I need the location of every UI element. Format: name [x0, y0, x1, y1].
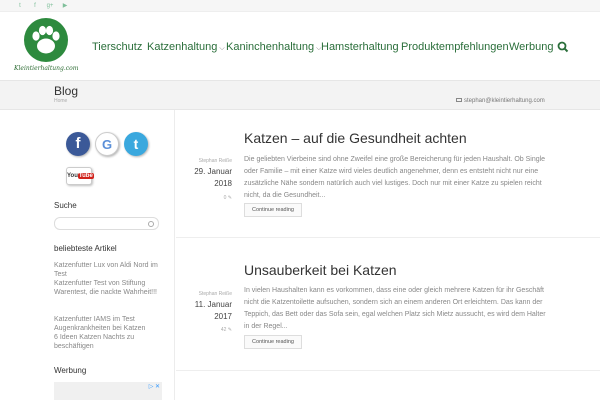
post-date-day: 11. Januar [194, 300, 232, 309]
twitter-icon[interactable]: t [124, 132, 148, 156]
youtube-icon[interactable]: ▶ [61, 2, 69, 10]
nav-item-hamsterhaltung[interactable]: Hamsterhaltung [321, 41, 399, 55]
site-logo[interactable]: Kleintierhaltung.com [14, 16, 78, 78]
breadcrumb[interactable]: Home [54, 98, 67, 104]
comment-count: 0 [223, 195, 227, 201]
google-plus-icon[interactable]: g+ [46, 2, 54, 10]
post-date-year: 2018 [214, 179, 232, 188]
post-author[interactable]: Stephan Reiße [195, 158, 232, 164]
nav-label: Produktempfehlungen [401, 41, 509, 53]
nav-label: Tierschutz [92, 41, 143, 53]
paw-icon [24, 18, 68, 62]
nav-label: Werbung [509, 41, 554, 53]
twitter-icon[interactable]: t [16, 2, 24, 10]
post-divider [176, 370, 600, 371]
post-excerpt: In vielen Haushalten kann es vorkommen, … [244, 287, 546, 330]
nav-label: Katzenhaltung [147, 41, 218, 53]
continue-reading-button[interactable]: Continue reading [244, 335, 302, 349]
search-heading: Suche [54, 201, 77, 210]
sidebar: f G t YouTube Suche beliebteste Artikel … [0, 110, 175, 400]
facebook-icon[interactable]: f [31, 2, 39, 10]
post-divider [176, 237, 600, 238]
post-excerpt: Die geliebten Vierbeine sind ohne Zweife… [244, 156, 546, 199]
comment-icon: ✎ [227, 195, 232, 201]
search-icon[interactable] [557, 41, 569, 53]
post-author[interactable]: Stephan Reiße [195, 291, 232, 297]
post-date: 29. Januar 2018 [180, 166, 232, 190]
youtube-you: You [67, 173, 78, 179]
popular-link[interactable]: Katzenfutter Lux von Aldi Nord im Test [54, 261, 164, 279]
youtube-tube: Tube [77, 173, 94, 179]
post-comments[interactable]: 42 ✎ [200, 327, 232, 333]
ad-heading: Werbung [54, 366, 87, 375]
nav-item-katzenhaltung[interactable]: Katzenhaltung ⌵ [147, 41, 225, 55]
popular-link[interactable]: Katzenfutter Test von Stiftung Warentest… [54, 279, 164, 297]
mail-icon [456, 98, 462, 103]
search-icon[interactable] [148, 221, 154, 227]
top-bar: t f g+ ▶ [0, 0, 600, 12]
post-date: 11. Januar 2017 [180, 299, 232, 323]
youtube-icon[interactable]: YouTube [66, 167, 94, 185]
contact-email-text: stephan@kleintierhaltung.com [464, 98, 545, 104]
comment-icon: ✎ [227, 327, 232, 333]
popular-heading: beliebteste Artikel [54, 244, 117, 253]
post-comments[interactable]: 0 ✎ [200, 195, 232, 201]
nav-item-tierschutz[interactable]: Tierschutz [92, 41, 142, 55]
chevron-down-icon: ⌵ [219, 45, 225, 52]
nav-item-kaninchenhaltung[interactable]: Kaninchenhaltung ⌵ [226, 41, 321, 55]
popular-link[interactable]: Katzenfutter IAMS im Test [54, 315, 164, 324]
ad-choices-icon[interactable]: ▷ ✕ [149, 383, 160, 390]
google-icon[interactable]: G [95, 132, 119, 156]
contact-email[interactable]: stephan@kleintierhaltung.com [456, 98, 545, 104]
post-title[interactable]: Unsauberkeit bei Katzen [244, 262, 397, 278]
post-title[interactable]: Katzen – auf die Gesundheit achten [244, 130, 467, 146]
facebook-icon[interactable]: f [66, 132, 90, 156]
post-date-day: 29. Januar [194, 167, 232, 176]
continue-reading-button[interactable]: Continue reading [244, 203, 302, 217]
comment-count: 42 [220, 327, 227, 333]
page-title: Blog [54, 84, 79, 98]
nav-item-werbung[interactable]: Werbung [509, 41, 553, 55]
page: t f g+ ▶ Kleintierhaltung.com Tierschutz… [0, 0, 600, 400]
site-header: Kleintierhaltung.com Tierschutz Katzenha… [0, 12, 600, 80]
page-title-band: Blog Home stephan@kleintierhaltung.com [0, 80, 600, 110]
ad-banner[interactable]: ▷ ✕ [54, 382, 162, 400]
nav-label: Kaninchenhaltung [226, 41, 315, 53]
logo-text: Kleintierhaltung.com [14, 65, 79, 72]
search-input[interactable] [54, 217, 159, 230]
nav-item-produktempfehlungen[interactable]: Produktempfehlungen [401, 41, 509, 55]
popular-link[interactable]: Augenkrankheiten bei Katzen [54, 324, 164, 333]
popular-link[interactable]: 6 Ideen Katzen Nachts zu beschäftigen [54, 333, 164, 351]
post-date-year: 2017 [214, 312, 232, 321]
nav-label: Hamsterhaltung [321, 41, 399, 53]
